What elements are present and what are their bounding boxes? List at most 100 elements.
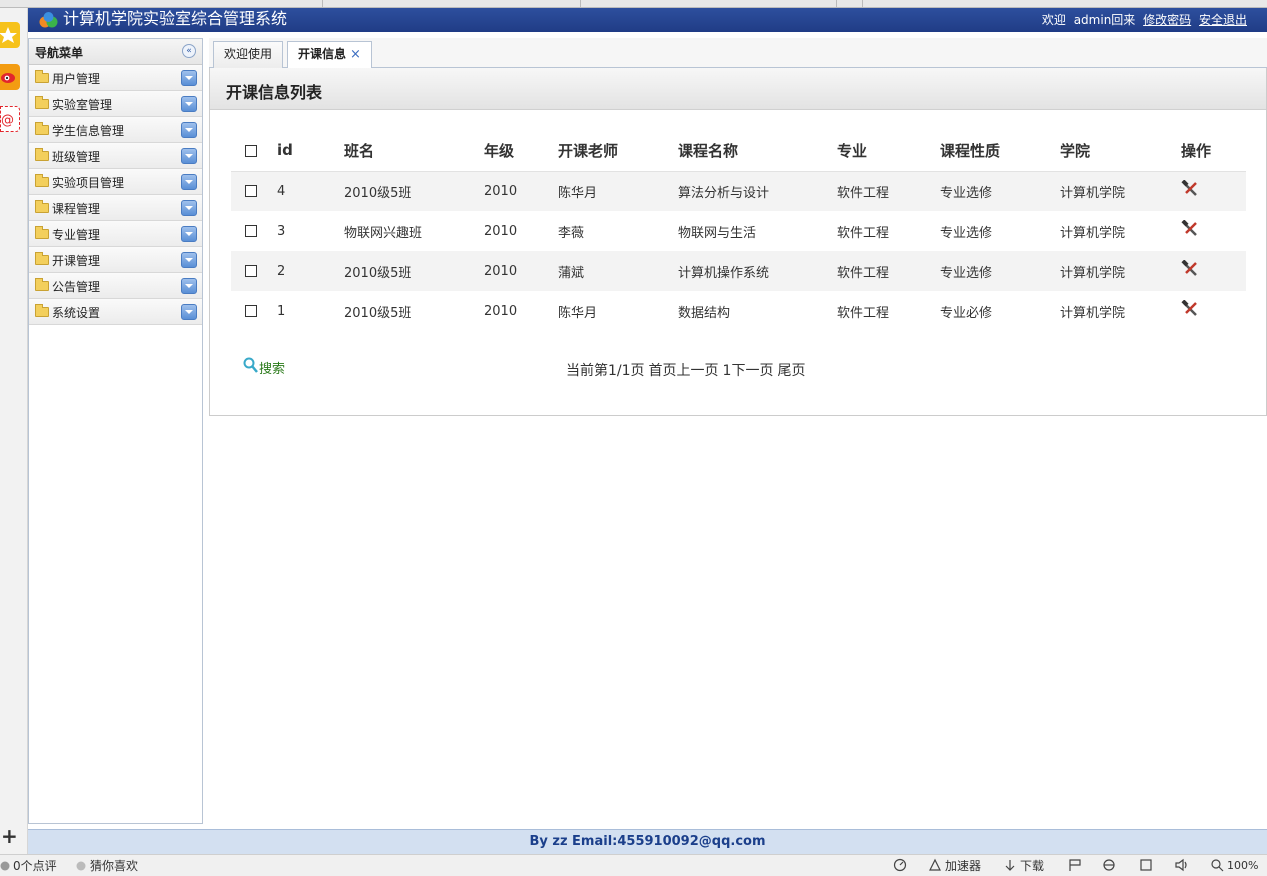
- sidebar-item-experiment-project-management[interactable]: 实验项目管理: [29, 169, 202, 195]
- download-button[interactable]: 下载: [1020, 858, 1044, 874]
- tab-welcome[interactable]: 欢迎使用: [213, 41, 284, 69]
- chevron-down-icon[interactable]: [181, 252, 197, 268]
- zoom-icon: [1210, 858, 1224, 876]
- table-row[interactable]: 1 2010级5班 2010 陈华月 数据结构 软件工程 专业必修 计算机学院: [231, 291, 1246, 331]
- speed-dial-icon[interactable]: [893, 858, 907, 876]
- volume-icon[interactable]: [1174, 858, 1190, 876]
- cell-nature: 专业选修: [940, 171, 1060, 211]
- cell-grade: 2010: [484, 171, 558, 211]
- app-header: 计算机学院实验室综合管理系统 欢迎 admin回来 修改密码 安全退出: [28, 8, 1267, 32]
- edit-tools-icon[interactable]: [1181, 219, 1199, 238]
- cell-course: 数据结构: [678, 305, 731, 321]
- cell-course: 算法分析与设计: [678, 171, 837, 211]
- chevron-down-icon[interactable]: [181, 304, 197, 320]
- cell-class: 2010级5班: [344, 305, 412, 321]
- comments-count[interactable]: 0个点评: [13, 858, 57, 874]
- chevron-down-icon[interactable]: [181, 122, 197, 138]
- browser-tab-divider: [580, 0, 581, 8]
- tab-label: 开课信息: [298, 47, 347, 61]
- ie-mode-icon[interactable]: [1102, 858, 1116, 876]
- table-header-row: id 班名 年级 开课老师 课程名称 专业 课程性质 学院 操作: [231, 130, 1246, 172]
- window-icon[interactable]: [1139, 858, 1153, 876]
- sidebar-item-major-management[interactable]: 专业管理: [29, 221, 202, 247]
- folder-icon: [35, 148, 49, 161]
- search-button[interactable]: 搜索: [243, 357, 285, 377]
- cell-class: 2010级5班: [344, 251, 484, 291]
- cell-id: 4: [277, 171, 344, 211]
- pagination: 当前第1/1页 首页上一页 1下一页 尾页: [566, 360, 809, 380]
- tab-course-offering[interactable]: 开课信息 ×: [287, 41, 372, 70]
- search-icon: [243, 357, 258, 373]
- folder-icon: [35, 226, 49, 239]
- chevron-down-icon[interactable]: [181, 96, 197, 112]
- logout-link[interactable]: 安全退出: [1199, 13, 1247, 27]
- sidebar-item-system-settings[interactable]: 系统设置: [29, 299, 202, 325]
- folder-icon: [35, 304, 49, 317]
- sidebar-item-lab-management[interactable]: 实验室管理: [29, 91, 202, 117]
- cell-teacher: 陈华月: [558, 305, 598, 321]
- browser-tab-divider: [322, 0, 323, 8]
- recommend-link[interactable]: 猜你喜欢: [90, 858, 138, 874]
- chevron-down-icon[interactable]: [181, 226, 197, 242]
- add-plus-icon[interactable]: +: [1, 826, 18, 846]
- cell-teacher: 蒲斌: [558, 251, 678, 291]
- row-checkbox[interactable]: [245, 305, 257, 317]
- sidebar-item-student-management[interactable]: 学生信息管理: [29, 117, 202, 143]
- svg-text:@: @: [1, 113, 14, 128]
- select-all-checkbox[interactable]: [245, 144, 257, 157]
- sidebar-item-offering-management[interactable]: 开课管理: [29, 247, 202, 273]
- change-password-link[interactable]: 修改密码: [1143, 13, 1191, 27]
- sidebar-header: 导航菜单 «: [29, 39, 202, 65]
- zoom-level[interactable]: 100%: [1227, 858, 1258, 874]
- table-row[interactable]: 2 2010级5班 2010 蒲斌 计算机操作系统 软件工程 专业选修 计算机学…: [231, 251, 1246, 291]
- chevron-down-icon[interactable]: [181, 70, 197, 86]
- cell-grade: 2010: [484, 303, 518, 319]
- next-page-link[interactable]: 下一页: [731, 363, 773, 379]
- chevron-down-icon[interactable]: [181, 148, 197, 164]
- weibo-icon[interactable]: [0, 64, 20, 90]
- edit-tools-icon[interactable]: [1181, 179, 1199, 198]
- flag-icon[interactable]: [1068, 858, 1082, 876]
- course-offering-panel: 开课信息列表 id 班名 年级 开课老师 课程名称 专业 课程性质 学院 操作: [209, 68, 1267, 416]
- search-label: 搜索: [259, 362, 286, 377]
- chevron-down-icon[interactable]: [181, 174, 197, 190]
- panel-header: 开课信息列表: [210, 68, 1266, 110]
- chevron-down-icon[interactable]: [181, 200, 197, 216]
- cell-id: 2: [277, 251, 344, 291]
- navigation-sidebar: 导航菜单 « 用户管理 实验室管理 学生信息管理 班级管理 实验项目管理 课程管…: [28, 38, 203, 824]
- last-page-link[interactable]: 尾页: [777, 363, 805, 379]
- page-info: 当前第1/1页: [566, 363, 645, 379]
- accelerator-button[interactable]: 加速器: [945, 858, 981, 874]
- column-header: 课程性质: [940, 130, 1060, 172]
- sidebar-item-notice-management[interactable]: 公告管理: [29, 273, 202, 299]
- welcome-text: 欢迎: [1041, 13, 1066, 27]
- edit-tools-icon[interactable]: [1181, 259, 1199, 278]
- cell-nature: 专业选修: [940, 225, 993, 241]
- cell-class: 2010级5班: [344, 171, 484, 211]
- panel-title: 开课信息列表: [226, 83, 323, 102]
- email-at-icon[interactable]: @: [0, 106, 20, 132]
- cell-teacher: 陈华月: [558, 171, 678, 211]
- table-row[interactable]: 3 物联网兴趣班 2010 李薇 物联网与生活 软件工程 专业选修 计算机学院: [231, 211, 1246, 251]
- row-checkbox[interactable]: [245, 185, 257, 198]
- collapse-sidebar-icon[interactable]: «: [182, 44, 196, 58]
- chevron-down-icon[interactable]: [181, 278, 197, 294]
- accelerator-icon: [928, 858, 942, 876]
- edit-tools-icon[interactable]: [1181, 299, 1199, 318]
- sidebar-item-label: 系统设置: [52, 306, 101, 320]
- browser-tab-divider: [836, 0, 837, 8]
- header-user-links: 欢迎 admin回来 修改密码 安全退出: [1038, 12, 1247, 28]
- sidebar-item-course-management[interactable]: 课程管理: [29, 195, 202, 221]
- row-checkbox[interactable]: [245, 265, 257, 277]
- prev-page-link[interactable]: 上一页: [677, 363, 719, 379]
- sidebar-item-label: 实验室管理: [52, 98, 113, 112]
- sidebar-item-class-management[interactable]: 班级管理: [29, 143, 202, 169]
- first-page-link[interactable]: 首页: [649, 363, 677, 379]
- column-header: 学院: [1060, 130, 1181, 172]
- app-footer: By zz Email:455910092@qq.com: [28, 829, 1267, 854]
- table-row[interactable]: 4 2010级5班 2010 陈华月 算法分析与设计 软件工程 专业选修 计算机…: [231, 171, 1246, 211]
- close-tab-icon[interactable]: ×: [350, 47, 361, 62]
- row-checkbox[interactable]: [245, 225, 257, 237]
- sidebar-item-user-management[interactable]: 用户管理: [29, 65, 202, 91]
- favorites-star-icon[interactable]: [0, 22, 20, 48]
